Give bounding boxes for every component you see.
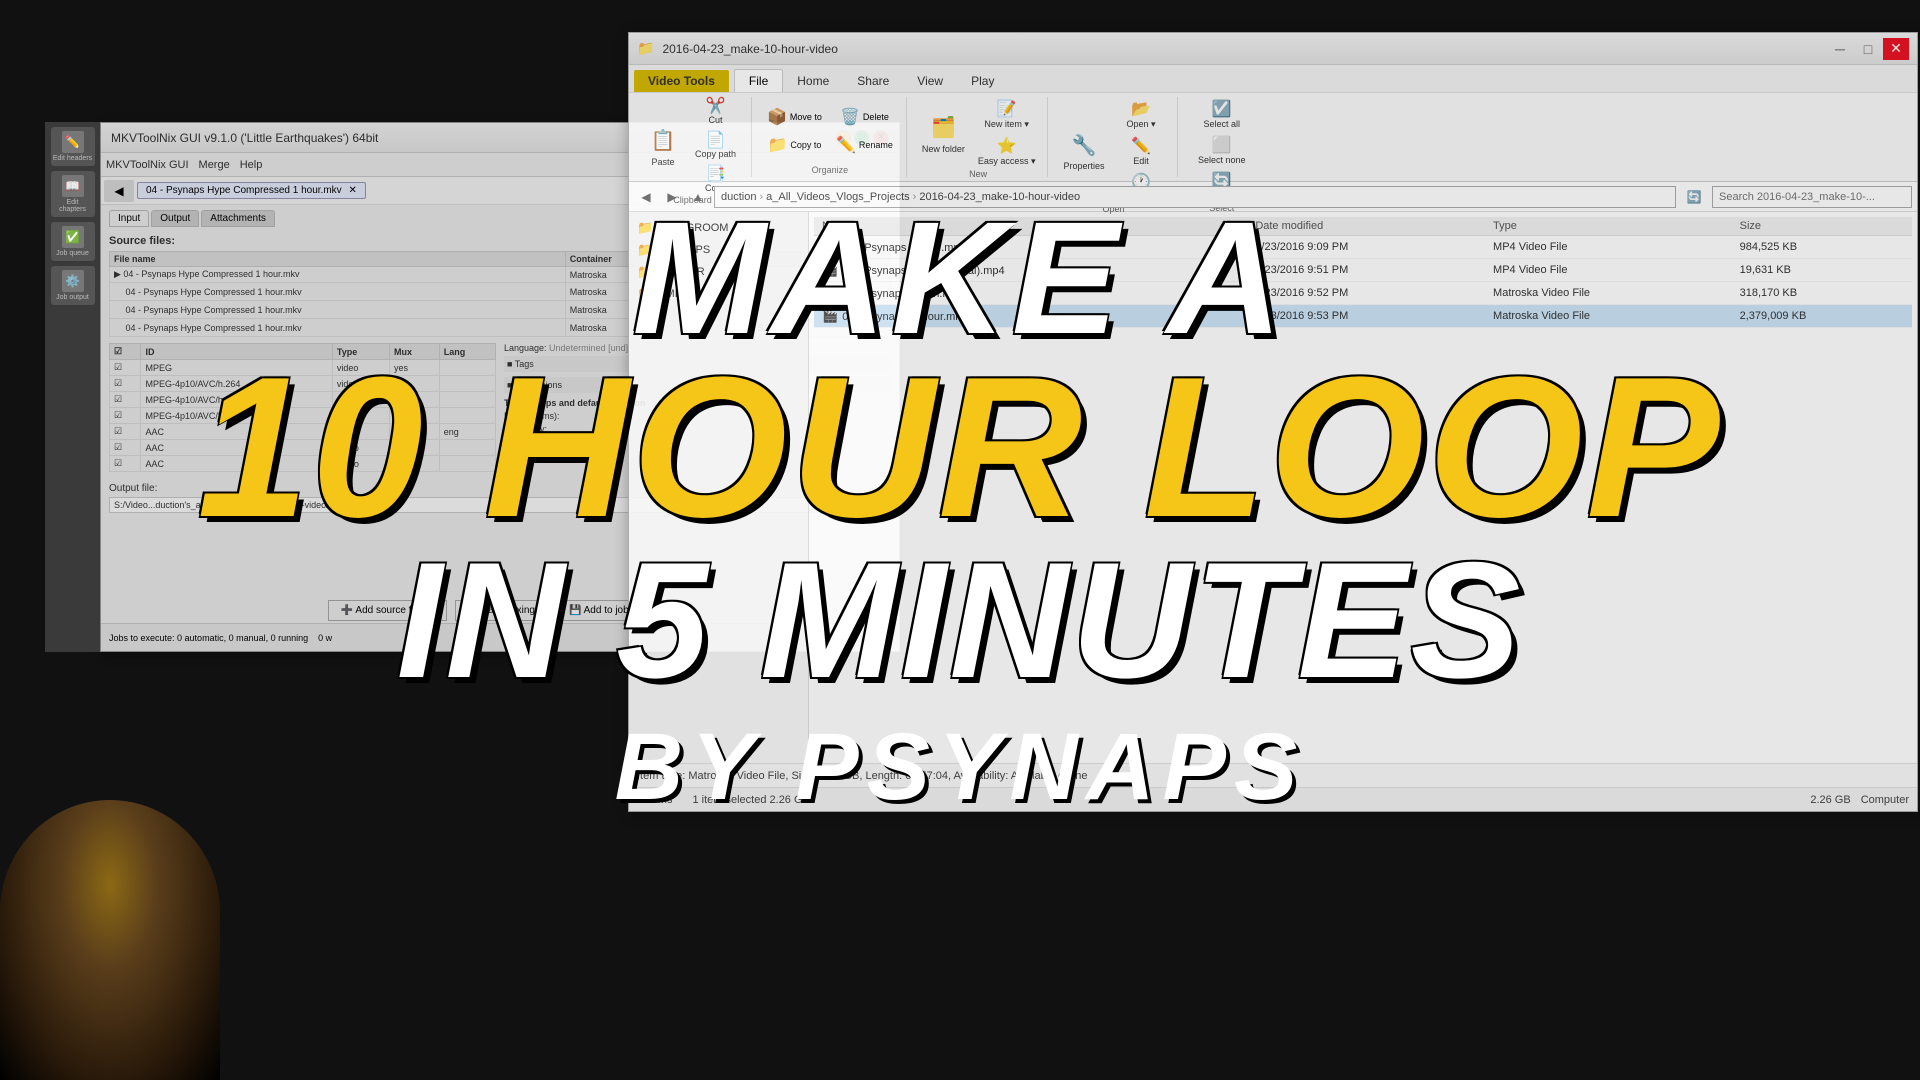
presenter-silhouette — [0, 800, 220, 1080]
title-byline: BY PSYNAPS — [615, 713, 1306, 822]
title-line2: 10 HOUR LOOP — [197, 348, 1722, 548]
presenter-photo — [0, 800, 220, 1080]
title-line1: MAKE A — [632, 198, 1287, 358]
title-line3: IN 5 MINUTES — [397, 538, 1524, 703]
video-title-overlay: MAKE A 10 HOUR LOOP IN 5 MINUTES BY PSYN… — [0, 0, 1920, 1080]
